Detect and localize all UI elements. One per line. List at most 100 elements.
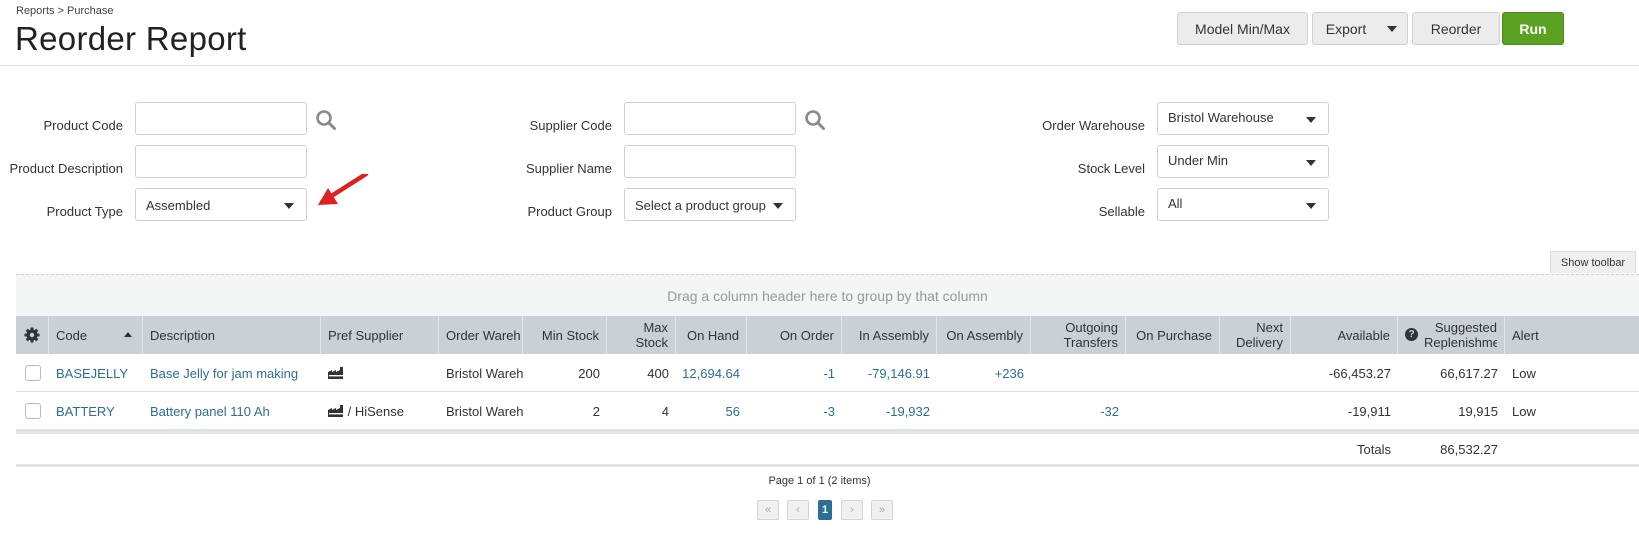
next-page-button[interactable]: › <box>841 500 863 520</box>
column-header-code-label: Code <box>56 327 88 343</box>
run-button[interactable]: Run <box>1502 12 1564 45</box>
column-header-in-assembly-label: In Assembly <box>858 327 929 343</box>
column-header-on-order-label: On Order <box>779 327 834 343</box>
column-header-in-assembly[interactable]: In Assembly <box>842 316 937 354</box>
gear-icon[interactable] <box>24 327 40 343</box>
product-code-input[interactable] <box>135 102 307 135</box>
stock-level-select[interactable]: Under Min <box>1157 145 1329 178</box>
cell-code[interactable]: BASEJELLY <box>49 354 143 392</box>
cell-min-stock: 200 <box>578 365 600 381</box>
column-header-outgoing-transfers-label: Outgoing Transfers <box>1063 320 1118 350</box>
help-icon[interactable]: ? <box>1405 328 1418 341</box>
sellable-value: All <box>1168 196 1183 211</box>
cell-code[interactable]: BATTERY <box>49 392 143 430</box>
cell-alert: Low <box>1512 365 1536 381</box>
search-icon[interactable] <box>804 109 826 131</box>
model-min-max-button[interactable]: Model Min/Max <box>1177 12 1308 45</box>
product-group-value: Select a product group <box>635 198 766 213</box>
product-type-label: Product Type <box>46 204 123 219</box>
chevron-down-icon <box>284 203 294 209</box>
show-toolbar-button[interactable]: Show toolbar <box>1550 251 1636 273</box>
cell-on-order[interactable]: -1 <box>747 354 842 392</box>
grid-header: Code Description Pref Supplier Order War… <box>16 316 1639 354</box>
grid-footer-divider <box>16 464 1639 467</box>
column-settings[interactable] <box>16 316 49 354</box>
stock-level-label: Stock Level <box>1077 161 1145 176</box>
totals-row: Totals 86,532.27 <box>16 434 1639 464</box>
cell-on-order[interactable]: -3 <box>747 392 842 430</box>
sort-ascending-icon <box>124 332 132 337</box>
column-header-alert[interactable]: Alert <box>1505 316 1561 354</box>
cell-description[interactable]: Base Jelly for jam making <box>143 354 321 392</box>
product-group-select[interactable]: Select a product group <box>624 188 796 221</box>
pager-info: Page 1 of 1 (2 items) <box>768 475 871 487</box>
column-header-description-label: Description <box>150 327 216 343</box>
cell-in-assembly[interactable]: -19,932 <box>842 392 937 430</box>
column-header-next-delivery[interactable]: Next Delivery <box>1220 316 1291 354</box>
cell-in-assembly[interactable]: -79,146.91 <box>842 354 937 392</box>
factory-icon <box>328 405 343 417</box>
last-page-button[interactable]: » <box>871 500 893 520</box>
row-checkbox-cell[interactable] <box>16 354 49 392</box>
cell-alert: Low <box>1512 403 1536 419</box>
supplier-name-input[interactable] <box>624 145 796 178</box>
column-header-min-stock[interactable]: Min Stock <box>523 316 607 354</box>
row-checkbox[interactable] <box>24 403 41 419</box>
red-arrow-annotation <box>318 174 369 205</box>
previous-page-button[interactable]: ‹ <box>787 500 809 520</box>
column-header-on-hand-label: On Hand <box>686 327 739 343</box>
product-description-input[interactable] <box>135 145 307 178</box>
supplier-code-input[interactable] <box>624 102 796 135</box>
cell-max-stock: 4 <box>661 403 669 419</box>
column-header-pref-supplier[interactable]: Pref Supplier <box>321 316 439 354</box>
cell-outgoing-transfers[interactable]: -32 <box>1031 392 1126 430</box>
factory-icon <box>328 367 343 379</box>
column-header-code[interactable]: Code <box>49 316 143 354</box>
column-header-on-assembly[interactable]: On Assembly <box>937 316 1031 354</box>
column-header-available[interactable]: Available <box>1291 316 1398 354</box>
product-group-label: Product Group <box>527 204 612 219</box>
column-header-available-label: Available <box>1337 327 1390 343</box>
row-checkbox-cell[interactable] <box>16 392 49 430</box>
column-header-pref-supplier-label: Pref Supplier <box>328 327 404 343</box>
cell-on-purchase <box>1126 354 1220 392</box>
product-type-value: Assembled <box>146 198 211 213</box>
chevron-down-icon <box>773 203 783 209</box>
column-header-outgoing-transfers[interactable]: Outgoing Transfers <box>1031 316 1126 354</box>
cell-pref-supplier: / HiSense <box>321 392 439 430</box>
column-header-order-warehouse-label: Order Wareh <box>446 327 521 343</box>
cell-outgoing-transfers[interactable] <box>1031 354 1126 392</box>
sellable-label: Sellable <box>1098 204 1145 219</box>
search-icon[interactable] <box>315 109 337 131</box>
cell-description[interactable]: Battery panel 110 Ah <box>143 392 321 430</box>
cell-on-hand[interactable]: 56 <box>676 392 747 430</box>
first-page-button[interactable]: « <box>757 500 779 520</box>
current-page-button[interactable]: 1 <box>818 500 832 520</box>
column-header-max-stock[interactable]: Max Stock <box>607 316 676 354</box>
column-header-on-order[interactable]: On Order <box>747 316 842 354</box>
reorder-button[interactable]: Reorder <box>1412 12 1500 45</box>
sellable-select[interactable]: All <box>1157 188 1329 221</box>
breadcrumb: Reports > Purchase <box>16 5 114 17</box>
column-header-order-warehouse[interactable]: Order Wareh <box>439 316 523 354</box>
column-header-on-assembly-label: On Assembly <box>946 327 1023 343</box>
column-header-suggested-replenishment[interactable]: ? Suggested Replenishment <box>1398 316 1505 354</box>
cell-on-assembly[interactable] <box>937 392 1031 430</box>
table-row[interactable]: BASEJELLY Base Jelly for jam making Bris… <box>16 354 1639 392</box>
cell-on-assembly[interactable]: +236 <box>937 354 1031 392</box>
cell-suggested-replenishment: 19,915 <box>1458 403 1498 419</box>
column-header-description[interactable]: Description <box>143 316 321 354</box>
row-checkbox[interactable] <box>24 365 41 381</box>
cell-on-hand[interactable]: 12,694.64 <box>676 354 747 392</box>
cell-min-stock: 2 <box>592 403 600 419</box>
cell-max-stock: 400 <box>647 365 669 381</box>
column-header-on-purchase[interactable]: On Purchase <box>1126 316 1220 354</box>
column-header-min-stock-label: Min Stock <box>541 327 599 343</box>
export-button[interactable]: Export <box>1312 12 1408 45</box>
product-type-select[interactable]: Assembled <box>135 188 307 221</box>
order-warehouse-select[interactable]: Bristol Warehouse <box>1157 102 1329 135</box>
group-by-panel[interactable]: Drag a column header here to group by th… <box>16 274 1639 316</box>
table-row[interactable]: BATTERY Battery panel 110 Ah / HiSense B… <box>16 392 1639 430</box>
totals-suggested-replenishment: 86,532.27 <box>1440 441 1498 457</box>
column-header-on-hand[interactable]: On Hand <box>676 316 747 354</box>
